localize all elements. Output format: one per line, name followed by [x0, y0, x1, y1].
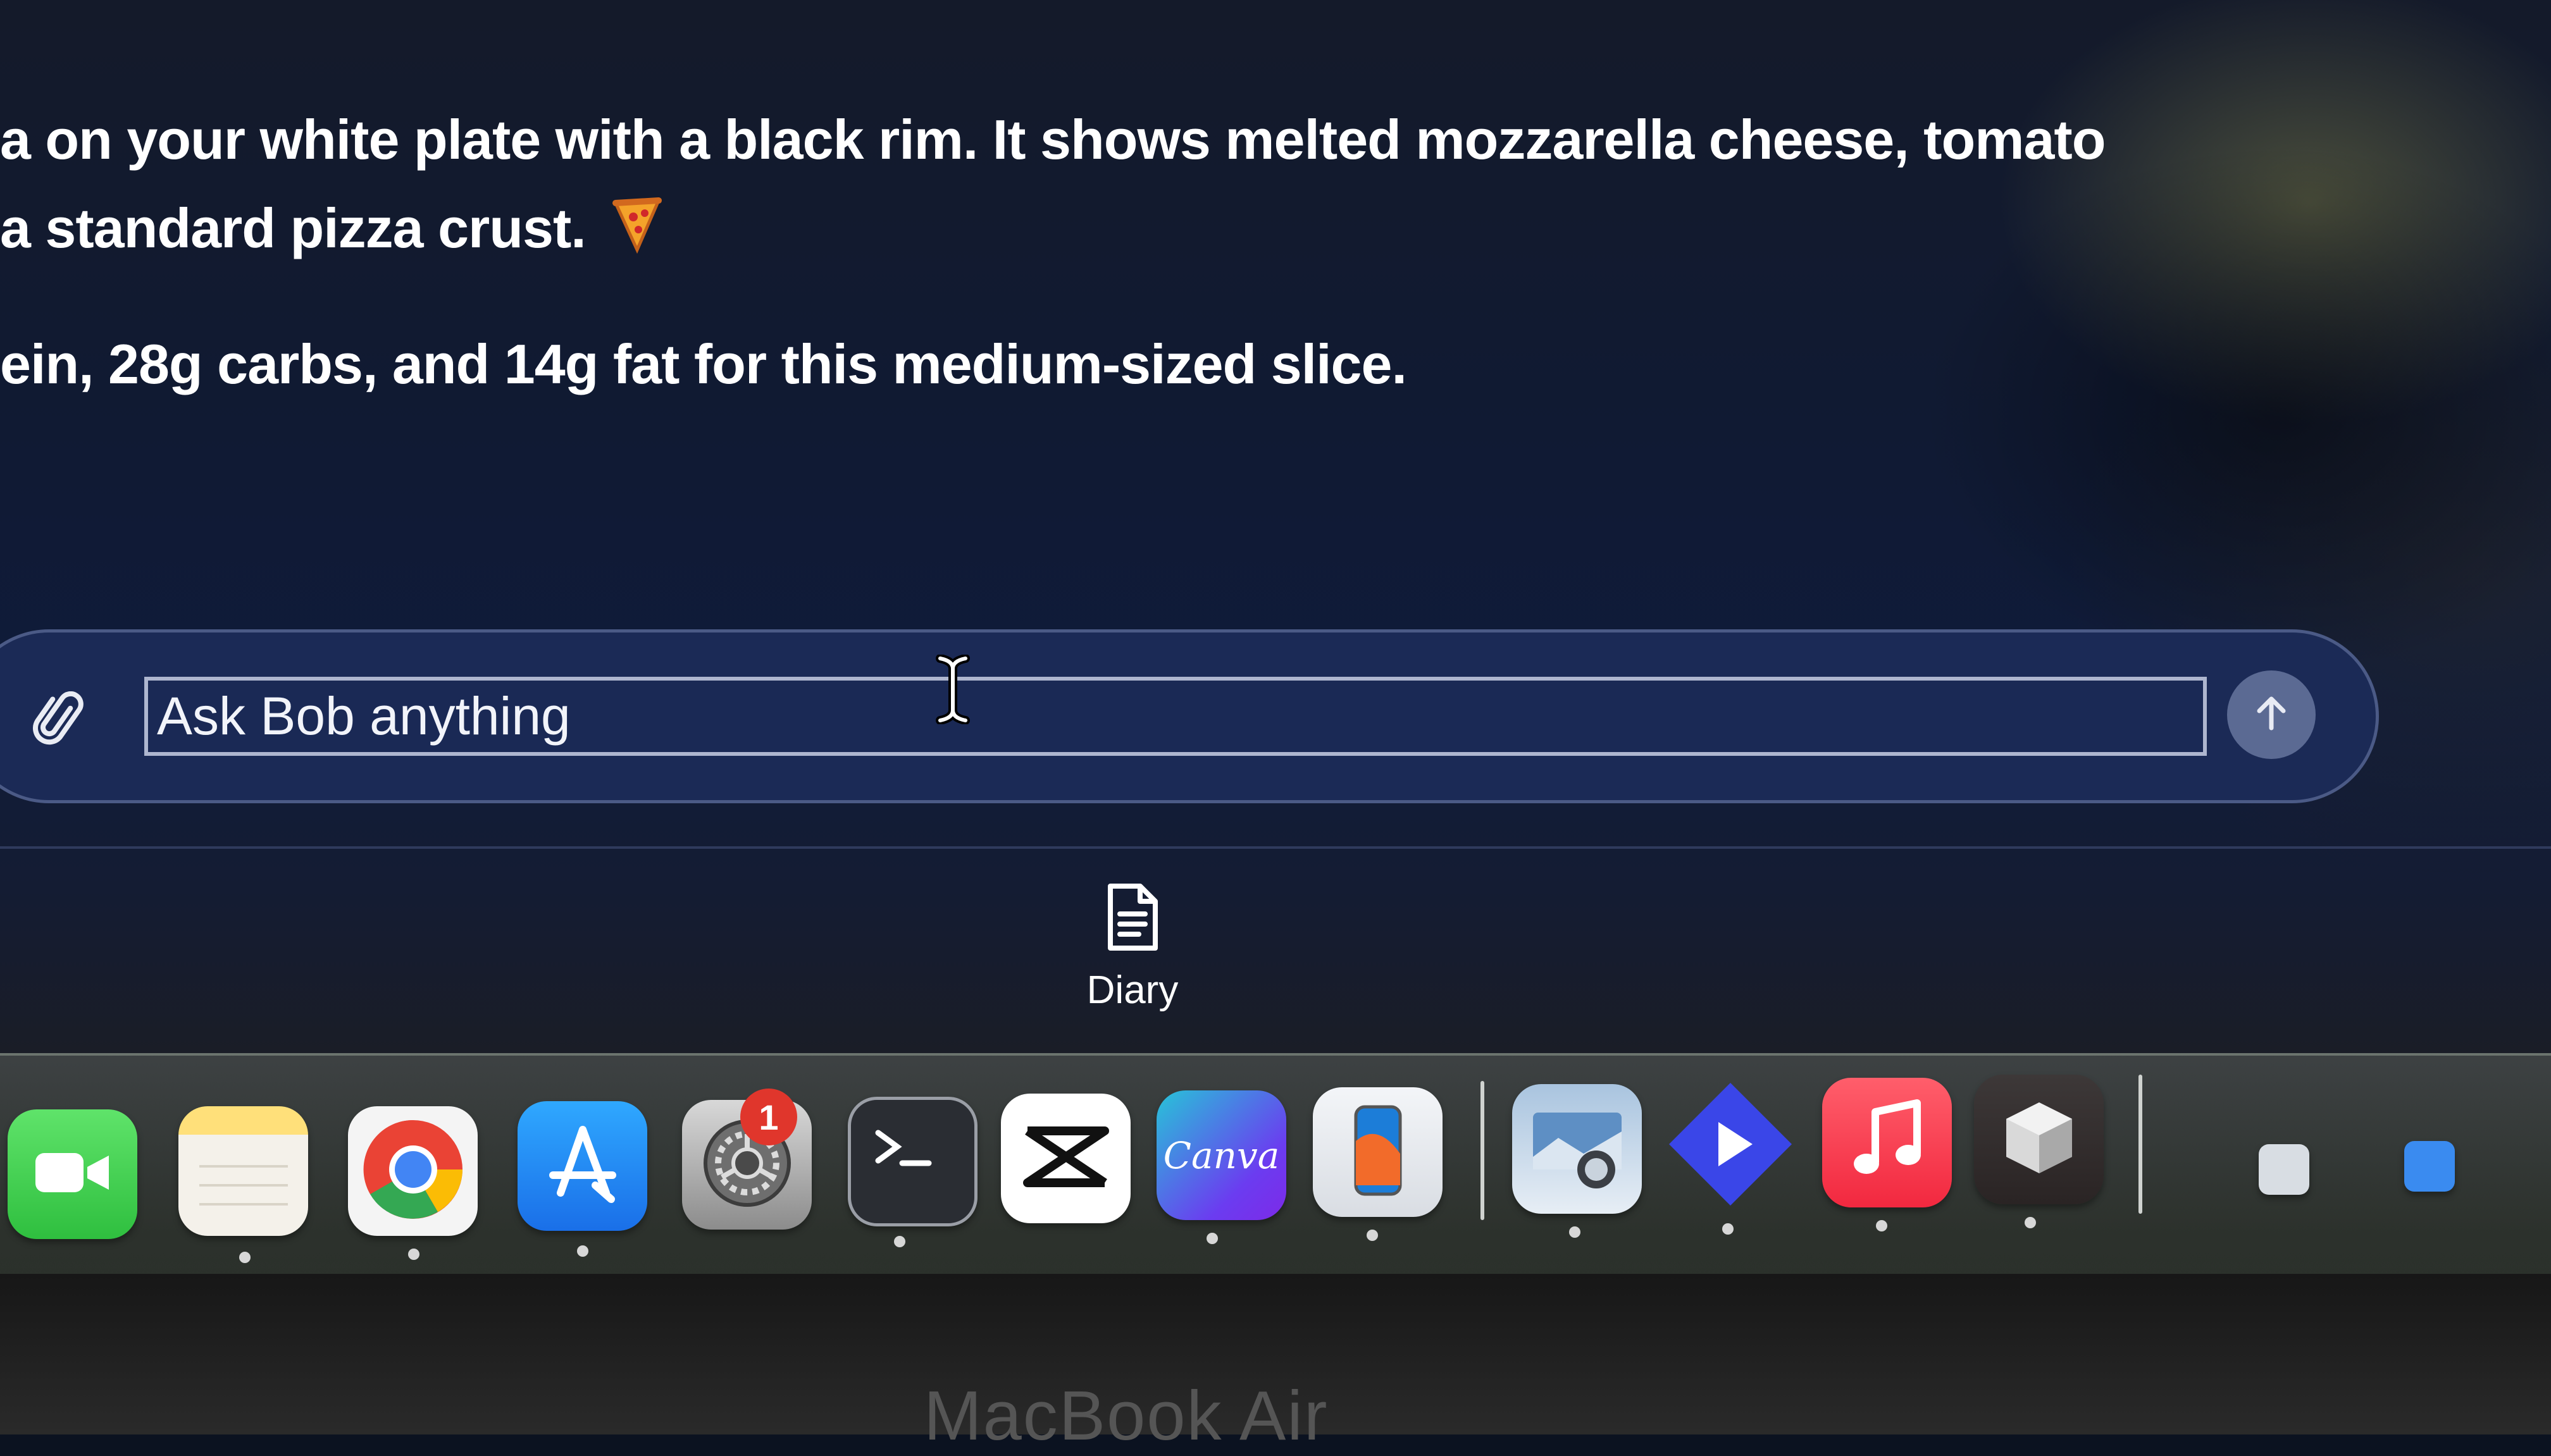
- notes-app[interactable]: [178, 1106, 308, 1236]
- assistant-message-line-1: a on your white plate with a black rim. …: [0, 108, 2106, 171]
- music-note-icon: [1846, 1097, 1928, 1188]
- paperclip-icon: [28, 691, 92, 758]
- running-indicator: [239, 1252, 251, 1263]
- preview-app[interactable]: [1512, 1084, 1642, 1214]
- assistant-message-line-2: a standard pizza crust.: [0, 196, 662, 267]
- capcut-app[interactable]: [1001, 1094, 1131, 1223]
- preview-icon: [1527, 1100, 1628, 1198]
- message-input[interactable]: [144, 677, 2207, 756]
- minimized-window[interactable]: [2404, 1141, 2455, 1192]
- attach-button[interactable]: [25, 689, 95, 759]
- running-indicator: [1367, 1230, 1378, 1241]
- document-icon: [1101, 882, 1164, 955]
- chrome-icon: [359, 1116, 467, 1226]
- dock-separator: [1480, 1081, 1484, 1220]
- assistant-message-line-3: ein, 28g carbs, and 14g fat for this med…: [0, 333, 1407, 395]
- diary-label: Diary: [1086, 968, 1179, 1012]
- play-icon: [1664, 1078, 1797, 1214]
- running-indicator: [577, 1245, 588, 1257]
- notification-badge: 1: [740, 1089, 797, 1145]
- running-indicator: [1722, 1223, 1734, 1235]
- send-button[interactable]: [2227, 670, 2316, 759]
- video-player-app[interactable]: [1665, 1081, 1795, 1211]
- terminal-icon: [866, 1119, 960, 1204]
- running-indicator: [1207, 1233, 1218, 1244]
- music-app[interactable]: [1822, 1078, 1952, 1207]
- dock: 1 Canva: [0, 1053, 2551, 1274]
- pizza-icon: [612, 197, 662, 267]
- video-camera-icon: [32, 1144, 114, 1204]
- cube-app[interactable]: [1974, 1075, 2104, 1204]
- running-indicator: [1569, 1226, 1580, 1238]
- canva-app[interactable]: Canva: [1157, 1090, 1286, 1220]
- iphone-mirroring-app[interactable]: [1313, 1087, 1443, 1217]
- laptop-brand-label: MacBook Air: [924, 1377, 1329, 1455]
- capcut-icon: [1019, 1116, 1114, 1201]
- chrome-app[interactable]: [348, 1106, 478, 1236]
- minimized-window[interactable]: [2259, 1144, 2309, 1195]
- arrow-up-icon: [2249, 691, 2293, 739]
- dock-separator: [2138, 1075, 2142, 1214]
- running-indicator: [2025, 1217, 2036, 1228]
- text-cursor-icon: [935, 654, 971, 725]
- app-store-icon: [535, 1117, 630, 1215]
- terminal-app[interactable]: [848, 1097, 978, 1226]
- facetime-app[interactable]: [8, 1109, 137, 1239]
- running-indicator: [1876, 1220, 1887, 1231]
- phone-icon: [1350, 1103, 1406, 1201]
- running-indicator: [894, 1236, 905, 1247]
- app-store-app[interactable]: [518, 1101, 647, 1231]
- canva-label: Canva: [1163, 1133, 1280, 1177]
- cube-icon: [1995, 1094, 2083, 1185]
- diary-button[interactable]: Diary: [1069, 882, 1196, 1028]
- notes-icon: [193, 1122, 294, 1220]
- running-indicator: [408, 1249, 419, 1260]
- divider: [0, 846, 2551, 849]
